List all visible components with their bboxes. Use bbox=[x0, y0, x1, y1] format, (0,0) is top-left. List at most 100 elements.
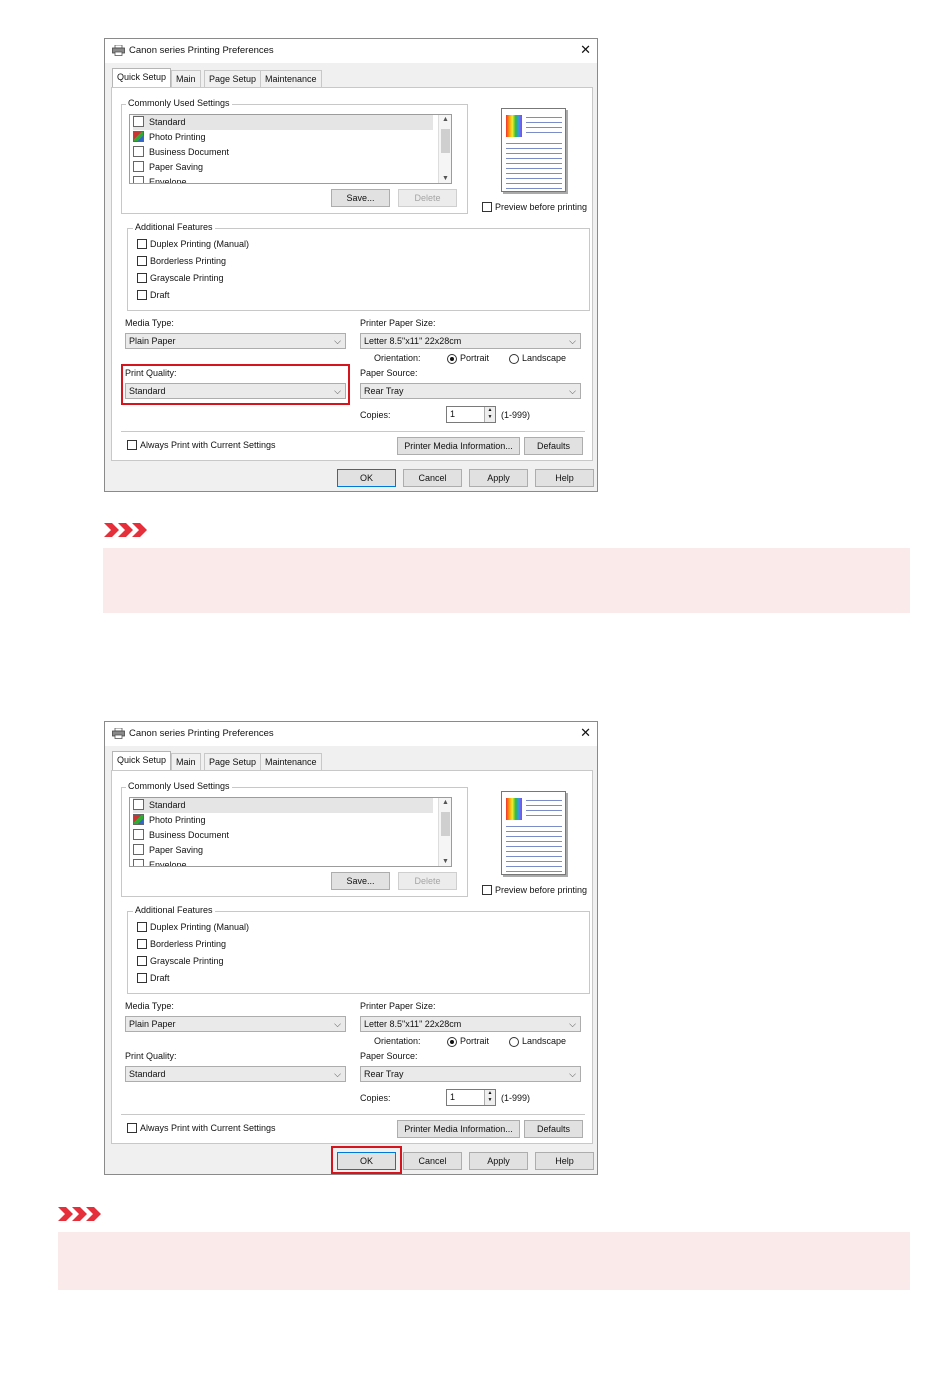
tab-maintenance[interactable]: Maintenance bbox=[260, 70, 322, 87]
list-item-business-document[interactable]: Business Document bbox=[133, 145, 433, 160]
landscape-radio[interactable] bbox=[509, 354, 519, 364]
tab-main[interactable]: Main bbox=[171, 70, 201, 87]
apply-button[interactable]: Apply bbox=[469, 469, 528, 487]
list-item-photo-printing[interactable]: Photo Printing bbox=[133, 130, 433, 145]
document-icon bbox=[133, 116, 144, 127]
scroll-down-icon[interactable]: ▼ bbox=[439, 858, 451, 865]
cancel-button[interactable]: Cancel bbox=[403, 469, 462, 487]
document-icon bbox=[133, 799, 144, 810]
copies-value: 1 bbox=[450, 409, 456, 419]
duplex-printing-checkbox[interactable] bbox=[137, 922, 147, 932]
grayscale-printing-label: Grayscale Printing bbox=[150, 956, 224, 966]
defaults-button[interactable]: Defaults bbox=[524, 437, 583, 455]
defaults-button[interactable]: Defaults bbox=[524, 1120, 583, 1138]
grayscale-printing-checkbox[interactable] bbox=[137, 956, 147, 966]
copies-stepper[interactable]: 1 ▲ ▼ bbox=[446, 406, 496, 423]
paper-source-select[interactable]: Rear Tray ⌵ bbox=[360, 383, 581, 399]
list-scrollbar[interactable]: ▲ ▼ bbox=[438, 115, 451, 183]
scroll-up-icon[interactable]: ▲ bbox=[439, 799, 451, 806]
tab-quick-setup[interactable]: Quick Setup bbox=[112, 68, 172, 88]
list-item-business-document[interactable]: Business Document bbox=[133, 828, 433, 843]
preview-line bbox=[526, 815, 562, 816]
list-item-paper-saving[interactable]: Paper Saving bbox=[133, 160, 433, 175]
envelope-icon bbox=[133, 176, 144, 183]
list-item-standard[interactable]: Standard bbox=[133, 115, 433, 130]
printer-paper-size-label: Printer Paper Size: bbox=[360, 318, 436, 328]
always-print-checkbox[interactable] bbox=[127, 440, 137, 450]
tab-page-setup[interactable]: Page Setup bbox=[204, 70, 262, 87]
paper-source-select[interactable]: Rear Tray ⌵ bbox=[360, 1066, 581, 1082]
preview-line bbox=[506, 861, 562, 862]
important-note-icon bbox=[58, 1207, 101, 1221]
borderless-printing-checkbox[interactable] bbox=[137, 256, 147, 266]
spin-arrows-icon[interactable]: ▲ ▼ bbox=[484, 407, 495, 422]
ok-button[interactable]: OK bbox=[337, 469, 396, 487]
dialog-title: Canon series Printing Preferences bbox=[129, 45, 274, 56]
tab-maintenance[interactable]: Maintenance bbox=[260, 753, 322, 770]
preview-line bbox=[526, 127, 562, 128]
list-item-photo-printing[interactable]: Photo Printing bbox=[133, 813, 433, 828]
preview-line bbox=[506, 163, 562, 164]
preview-line bbox=[526, 800, 562, 801]
tab-main[interactable]: Main bbox=[171, 753, 201, 770]
list-item-envelope[interactable]: Envelope bbox=[133, 175, 433, 183]
duplex-printing-checkbox[interactable] bbox=[137, 239, 147, 249]
grayscale-printing-checkbox[interactable] bbox=[137, 273, 147, 283]
landscape-radio[interactable] bbox=[509, 1037, 519, 1047]
list-scrollbar[interactable]: ▲ ▼ bbox=[438, 798, 451, 866]
print-quality-select[interactable]: Standard ⌵ bbox=[125, 1066, 346, 1082]
media-type-select[interactable]: Plain Paper ⌵ bbox=[125, 333, 346, 349]
cancel-button[interactable]: Cancel bbox=[403, 1152, 462, 1170]
document-icon bbox=[133, 829, 144, 840]
delete-button[interactable]: Delete bbox=[398, 189, 457, 207]
help-button[interactable]: Help bbox=[535, 469, 594, 487]
preview-line bbox=[506, 831, 562, 832]
commonly-used-list[interactable]: Standard Photo Printing Business Documen… bbox=[129, 114, 452, 184]
preview-before-printing-checkbox[interactable] bbox=[482, 202, 492, 212]
help-button[interactable]: Help bbox=[535, 1152, 594, 1170]
printer-paper-size-select[interactable]: Letter 8.5"x11" 22x28cm ⌵ bbox=[360, 333, 581, 349]
tab-page-setup[interactable]: Page Setup bbox=[204, 753, 262, 770]
chevron-down-icon: ⌵ bbox=[334, 1069, 341, 1079]
title-bar: Canon series Printing Preferences ✕ bbox=[105, 722, 597, 746]
list-item-label: Standard bbox=[149, 117, 186, 127]
draft-checkbox[interactable] bbox=[137, 290, 147, 300]
always-print-checkbox[interactable] bbox=[127, 1123, 137, 1133]
paper-source-value: Rear Tray bbox=[364, 386, 404, 396]
close-button[interactable]: ✕ bbox=[580, 42, 591, 58]
printer-media-information-button[interactable]: Printer Media Information... bbox=[397, 437, 520, 455]
scroll-thumb[interactable] bbox=[441, 812, 450, 836]
list-item-standard[interactable]: Standard bbox=[133, 798, 433, 813]
scroll-up-icon[interactable]: ▲ bbox=[439, 116, 451, 123]
color-bars bbox=[506, 115, 522, 137]
document-icon bbox=[133, 146, 144, 157]
printer-media-information-button[interactable]: Printer Media Information... bbox=[397, 1120, 520, 1138]
apply-button[interactable]: Apply bbox=[469, 1152, 528, 1170]
scroll-down-icon[interactable]: ▼ bbox=[439, 175, 451, 182]
save-button[interactable]: Save... bbox=[331, 872, 390, 890]
borderless-printing-checkbox[interactable] bbox=[137, 939, 147, 949]
scroll-thumb[interactable] bbox=[441, 129, 450, 153]
list-item-paper-saving[interactable]: Paper Saving bbox=[133, 843, 433, 858]
additional-features-legend: Additional Features bbox=[133, 222, 215, 232]
commonly-used-list[interactable]: Standard Photo Printing Business Documen… bbox=[129, 797, 452, 867]
draft-label: Draft bbox=[150, 973, 170, 983]
printer-paper-size-select[interactable]: Letter 8.5"x11" 22x28cm ⌵ bbox=[360, 1016, 581, 1032]
highlight-frame bbox=[121, 364, 350, 405]
save-button[interactable]: Save... bbox=[331, 189, 390, 207]
delete-button[interactable]: Delete bbox=[398, 872, 457, 890]
list-item-label: Photo Printing bbox=[149, 815, 206, 825]
draft-checkbox[interactable] bbox=[137, 973, 147, 983]
close-button[interactable]: ✕ bbox=[580, 725, 591, 741]
portrait-radio[interactable] bbox=[447, 354, 457, 364]
important-note-icon bbox=[104, 523, 147, 537]
media-type-select[interactable]: Plain Paper ⌵ bbox=[125, 1016, 346, 1032]
copies-stepper[interactable]: 1 ▲ ▼ bbox=[446, 1089, 496, 1106]
portrait-radio[interactable] bbox=[447, 1037, 457, 1047]
preview-before-printing-checkbox[interactable] bbox=[482, 885, 492, 895]
tab-quick-setup[interactable]: Quick Setup bbox=[112, 751, 172, 771]
spin-arrows-icon[interactable]: ▲ ▼ bbox=[484, 1090, 495, 1105]
list-item-envelope[interactable]: Envelope bbox=[133, 858, 433, 866]
chevron-down-icon: ⌵ bbox=[569, 386, 576, 396]
print-quality-value: Standard bbox=[129, 1069, 166, 1079]
